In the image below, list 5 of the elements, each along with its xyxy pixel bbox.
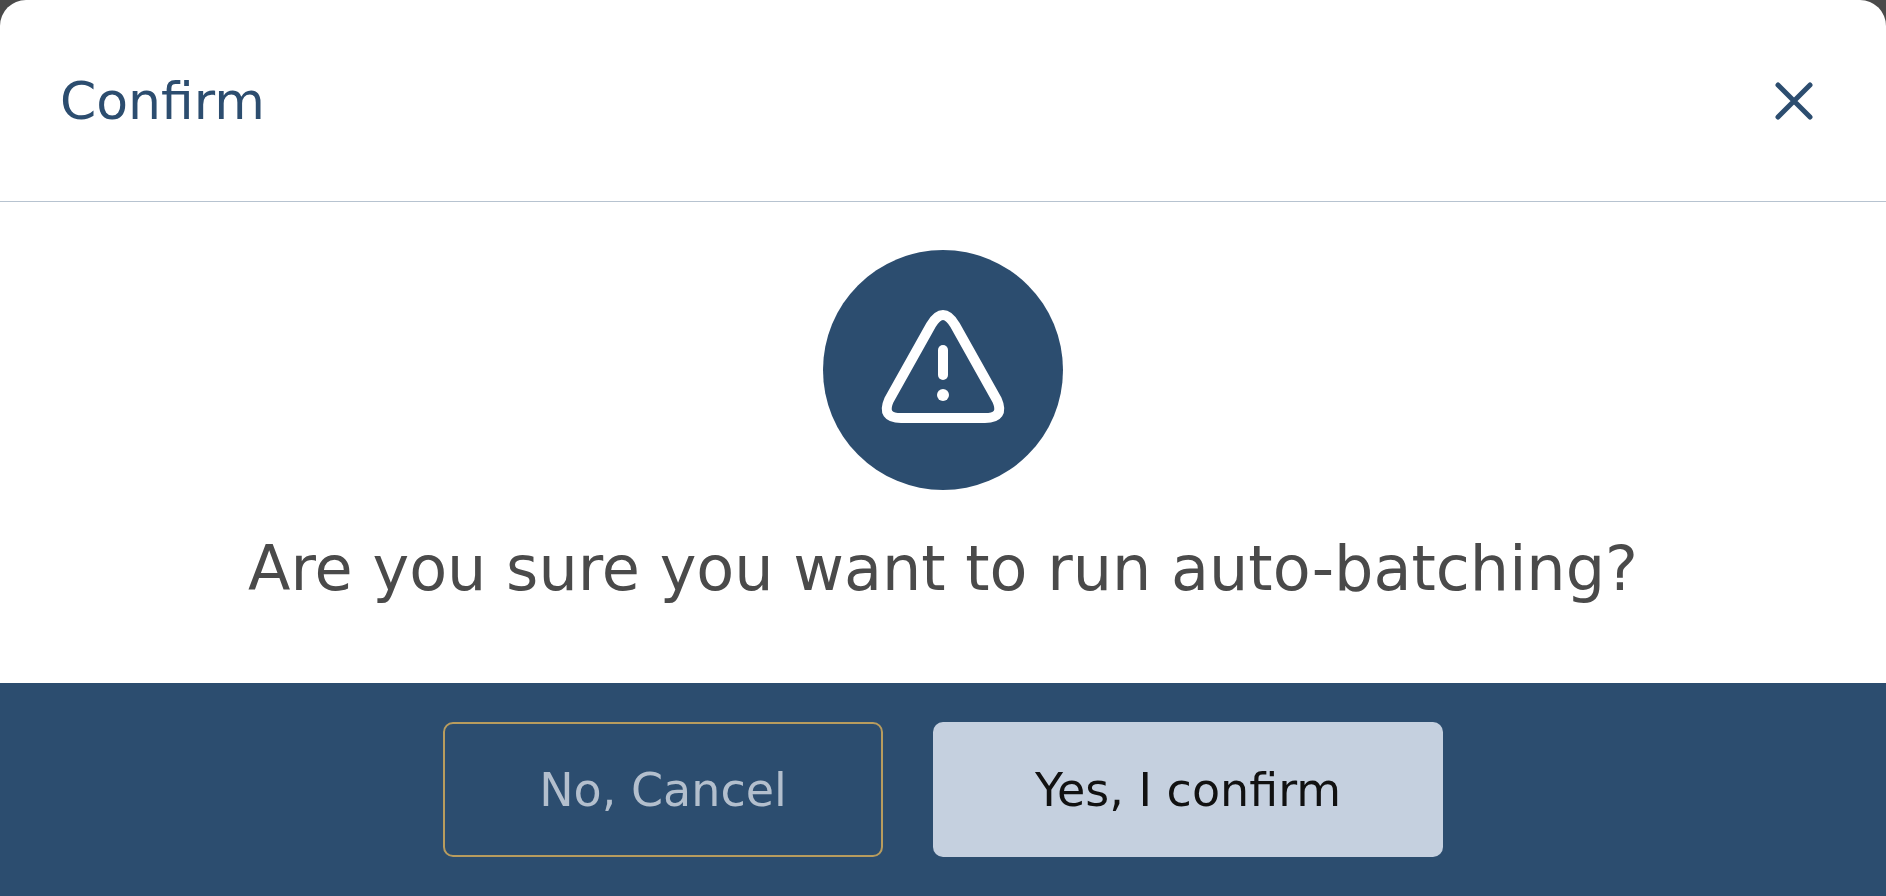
dialog-title: Confirm: [60, 70, 265, 131]
cancel-button[interactable]: No, Cancel: [443, 722, 883, 857]
warning-icon: [823, 250, 1063, 490]
confirm-button[interactable]: Yes, I confirm: [933, 722, 1443, 857]
confirmation-message: Are you sure you want to run auto-batching?: [248, 532, 1638, 605]
